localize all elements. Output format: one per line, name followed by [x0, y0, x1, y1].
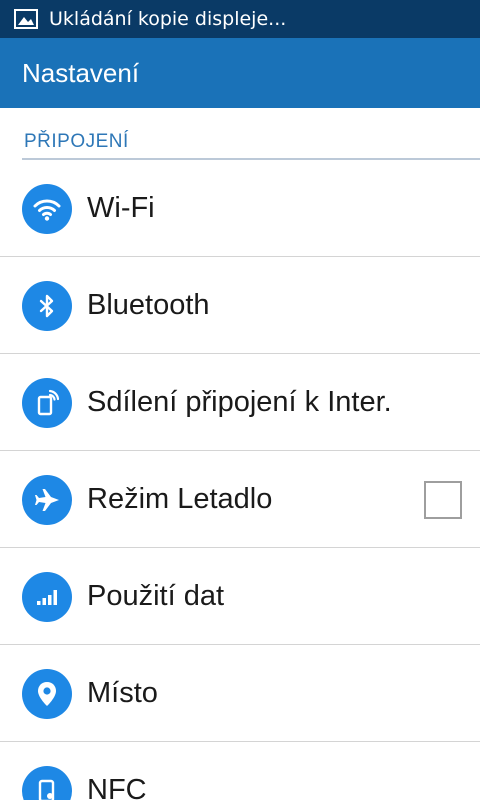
settings-item-label: Režim Letadlo	[87, 483, 273, 515]
settings-item-label: Použití dat	[87, 580, 225, 612]
settings-item-data-usage[interactable]: Použití dat	[0, 548, 480, 645]
status-notification-text: Ukládání kopie displeje...	[49, 8, 287, 30]
airplane-icon	[22, 474, 72, 525]
wifi-icon	[22, 183, 72, 234]
settings-item-bluetooth[interactable]: Bluetooth	[0, 257, 480, 354]
settings-item-label: Wi-Fi	[87, 192, 155, 224]
location-icon	[22, 668, 72, 719]
settings-item-wifi[interactable]: Wi-Fi	[0, 160, 480, 257]
settings-item-label: Sdílení připojení k Inter.	[87, 386, 392, 418]
screenshot-notification-icon	[14, 9, 38, 29]
settings-item-label: Místo	[87, 677, 158, 709]
settings-item-nfc[interactable]: NFC	[0, 742, 480, 800]
nfc-icon	[22, 765, 72, 800]
tethering-icon	[22, 377, 72, 428]
data-usage-icon	[22, 571, 72, 622]
settings-list[interactable]: PŘIPOJENÍ Wi-Fi Bluetooth Sdílení připoj…	[0, 108, 480, 800]
bluetooth-icon	[22, 280, 72, 331]
settings-item-location[interactable]: Místo	[0, 645, 480, 742]
settings-item-airplane-mode[interactable]: Režim Letadlo	[0, 451, 480, 548]
page-title[interactable]: Nastavení	[22, 58, 139, 89]
settings-item-label: Bluetooth	[87, 289, 210, 321]
status-bar: Ukládání kopie displeje...	[0, 0, 480, 38]
settings-item-tethering[interactable]: Sdílení připojení k Inter.	[0, 354, 480, 451]
airplane-mode-checkbox[interactable]	[424, 480, 462, 519]
section-header-connections: PŘIPOJENÍ	[22, 108, 480, 160]
section-header-label: PŘIPOJENÍ	[24, 131, 129, 152]
settings-item-label: NFC	[87, 774, 147, 800]
action-bar: Nastavení	[0, 38, 480, 108]
